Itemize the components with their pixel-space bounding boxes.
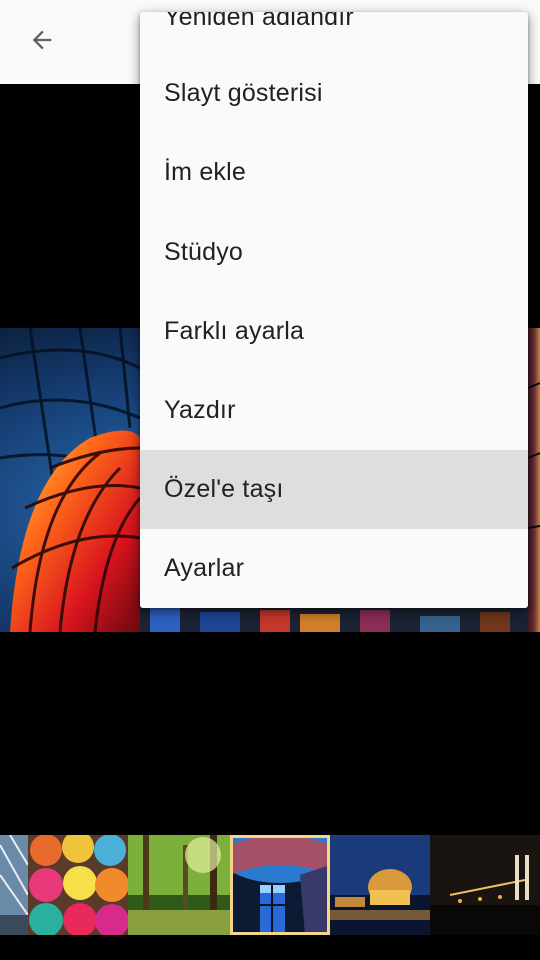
thumbnail[interactable] [28,835,128,935]
menu-item-label: Yeniden adlandır [164,12,354,31]
thumbnail-selected[interactable] [230,835,330,935]
menu-item-move-to-private[interactable]: Özel'e taşı [140,450,528,529]
thumbnail[interactable] [0,835,28,935]
bottom-bar [0,935,540,960]
arrow-back-icon [28,26,56,59]
menu-item-label: Slayt gösterisi [164,79,323,107]
menu-item-label: Özel'e taşı [164,475,284,503]
menu-item-label: Yazdır [164,396,236,424]
filmstrip [0,835,540,935]
thumbnail[interactable] [430,835,540,935]
back-button[interactable] [18,20,66,64]
menu-item-slideshow[interactable]: Slayt gösterisi [140,54,528,133]
menu-item-add-bookmark[interactable]: İm ekle [140,133,528,212]
overflow-menu: Yeniden adlandır Slayt gösterisi İm ekle… [140,12,528,608]
menu-item-label: Farklı ayarla [164,317,305,345]
menu-item-label: Stüdyo [164,238,244,266]
thumbnail[interactable] [128,835,230,935]
menu-item-print[interactable]: Yazdır [140,371,528,450]
menu-item-rename[interactable]: Yeniden adlandır [140,12,528,57]
menu-item-label: Ayarlar [164,554,245,582]
menu-item-studio[interactable]: Stüdyo [140,213,528,292]
menu-item-label: İm ekle [164,158,246,186]
menu-item-settings[interactable]: Ayarlar [140,529,528,608]
menu-item-set-as[interactable]: Farklı ayarla [140,292,528,371]
thumbnail[interactable] [330,835,430,935]
